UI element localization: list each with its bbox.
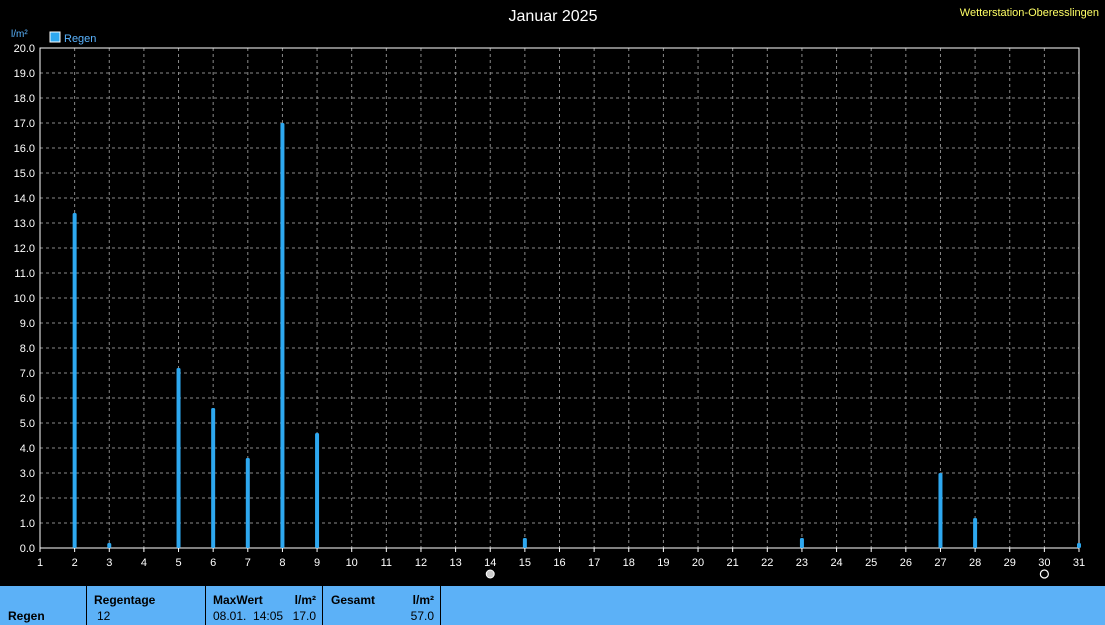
rain-bar [107,543,112,548]
max-value: 17.0 [292,609,316,623]
x-tick-label: 21 [727,557,739,569]
y-tick-label: 17.0 [14,118,35,130]
y-tick-label: 20.0 [14,43,35,55]
summary-bar: Regen Regentage 12 MaxWert l/m² 08.01. 1… [0,586,1105,625]
y-tick-label: 11.0 [14,268,35,280]
y-tick-label: 12.0 [14,243,35,255]
max-unit: l/m² [294,593,316,607]
x-tick-label: 14 [484,557,496,569]
x-tick-label: 4 [141,557,147,569]
summary-filler [441,586,1105,625]
max-label: MaxWert [213,593,263,607]
rain-bar [72,213,77,548]
y-tick-label: 8.0 [20,343,35,355]
x-tick-label: 12 [415,557,427,569]
y-tick-label: 5.0 [20,418,35,430]
rain-bar [522,538,527,548]
x-tick-label: 23 [796,557,808,569]
x-tick-label: 3 [106,557,112,569]
rain-bar [1077,543,1081,548]
x-tick-label: 9 [314,557,320,569]
y-tick-label: 13.0 [14,218,35,230]
y-tick-label: 18.0 [14,93,35,105]
total-unit: l/m² [412,593,434,607]
x-tick-label: 22 [761,557,773,569]
x-tick-label: 15 [519,557,531,569]
x-tick-label: 8 [279,557,285,569]
x-tick-label: 25 [865,557,877,569]
x-tick-label: 24 [830,557,842,569]
x-tick-label: 19 [657,557,669,569]
y-tick-label: 7.0 [20,368,35,380]
x-tick-label: 6 [210,557,216,569]
legend-swatch [49,31,61,43]
y-tick-label: 16.0 [14,143,35,155]
x-tick-label: 20 [692,557,704,569]
total-value: 57.0 [410,609,434,623]
x-tick-label: 2 [72,557,78,569]
chart-title: Januar 2025 [509,8,598,25]
total-label: Gesamt [331,593,376,607]
rain-bar [280,123,285,548]
x-tick-label: 11 [381,557,392,569]
x-tick-label: 16 [553,557,565,569]
y-tick-label: 15.0 [14,168,35,180]
full-moon-icon [485,569,495,579]
rain-days-cell: Regentage 12 [87,586,205,625]
x-tick-label: 28 [969,557,981,569]
x-tick-label: 13 [449,557,461,569]
x-tick-label: 29 [1004,557,1016,569]
max-time: 08.01. 14:05 [213,609,284,623]
y-tick-label: 4.0 [20,443,35,455]
x-tick-label: 26 [900,557,912,569]
new-moon-icon [1039,569,1049,579]
y-tick-label: 6.0 [20,393,35,405]
rain-bar [973,518,978,548]
total-cell: Gesamt l/m² 57.0 [323,586,440,625]
y-tick-label: 10.0 [14,293,35,305]
station-name: Wetterstation-Oberesslingen [960,7,1099,19]
max-value-cell: MaxWert l/m² 08.01. 14:05 17.0 [206,586,322,625]
y-tick-label: 14.0 [14,193,35,205]
rain-days-label: Regentage [94,593,156,607]
y-tick-label: 2.0 [20,493,35,505]
y-axis-unit: l/m² [11,29,28,40]
rain-bar [315,433,320,548]
y-tick-label: 3.0 [20,468,35,480]
legend-label: Regen [64,33,96,45]
rain-bar [245,458,250,548]
summary-row-label: Regen [8,609,45,623]
x-tick-label: 5 [175,557,181,569]
rain-bar [938,473,943,548]
x-tick-label: 10 [346,557,358,569]
x-tick-label: 27 [934,557,946,569]
rain-bar [176,368,181,548]
x-tick-label: 17 [588,557,600,569]
x-tick-label: 31 [1073,557,1085,569]
rain-bar [211,408,216,548]
rain-chart: Januar 2025 Wetterstation-Oberesslingen … [0,0,1105,586]
x-tick-label: 7 [245,557,251,569]
summary-row-label-cell: Regen [0,586,86,625]
y-tick-label: 1.0 [20,518,35,530]
y-tick-label: 0.0 [20,543,35,555]
rain-bar [799,538,804,548]
x-tick-label: 30 [1038,557,1050,569]
x-tick-label: 18 [623,557,635,569]
y-tick-label: 9.0 [20,318,35,330]
rain-days-value: 12 [97,609,111,623]
x-tick-label: 1 [37,557,43,569]
y-tick-label: 19.0 [14,68,35,80]
